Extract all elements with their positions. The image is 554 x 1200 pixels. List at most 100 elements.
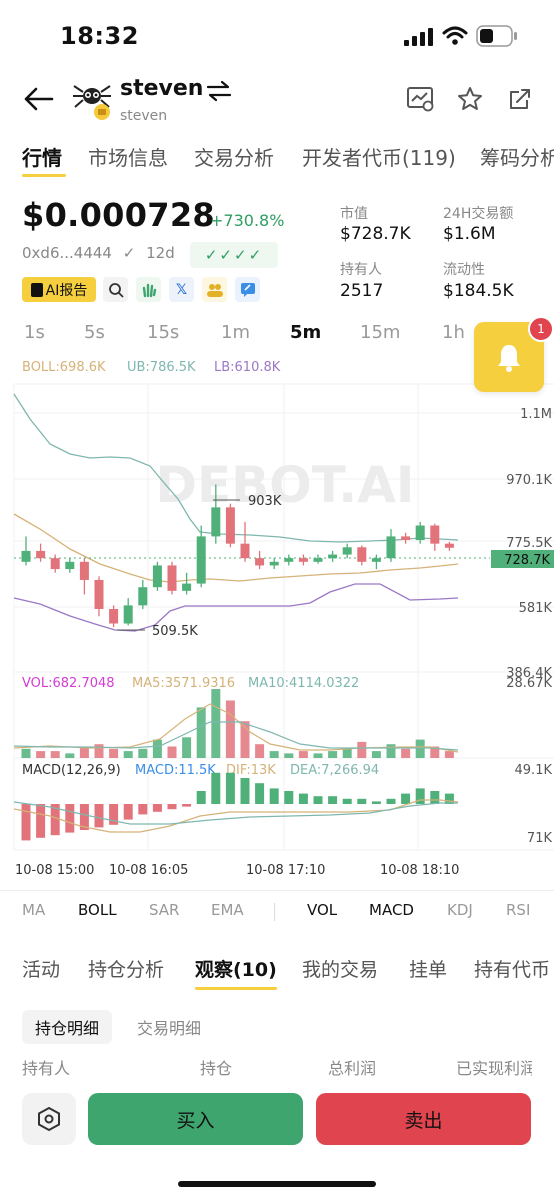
candle-body [342, 547, 352, 555]
volume-bar [211, 689, 221, 758]
macd-bar [371, 801, 381, 804]
token-age: 12d [146, 244, 175, 262]
indicator-vol[interactable]: VOL [307, 901, 337, 919]
macd-bar [357, 798, 367, 804]
volume-bar [94, 744, 104, 758]
tab-my-trades[interactable]: 我的交易 [302, 955, 378, 982]
candle-body [255, 558, 265, 566]
search-button[interactable] [103, 277, 128, 302]
macd-bar [284, 791, 294, 804]
swap-arrows-icon[interactable] [206, 80, 232, 102]
candle-body [182, 583, 192, 591]
token-avatar [72, 78, 112, 120]
indicator-boll[interactable]: BOLL [78, 901, 117, 919]
search-icon [108, 282, 124, 298]
tab-holding-analysis[interactable]: 持仓分析 [88, 955, 164, 982]
col-holder: 持有人 [22, 1059, 71, 1078]
safety-checks-badge[interactable]: ✓✓✓✓ [190, 242, 278, 268]
top-tabs: 行情 市场信息 交易分析 开发者代币(119) 筹码分析 [0, 132, 554, 180]
token-price: $0.000728 [22, 196, 215, 234]
macd-bar [342, 798, 352, 804]
users-icon [206, 283, 223, 297]
community-button[interactable] [202, 277, 227, 302]
timeframe-15m[interactable]: 15m [360, 322, 400, 343]
subtab-trade-detail[interactable]: 交易明细 [124, 1010, 214, 1044]
timeframe-5s[interactable]: 5s [84, 322, 105, 343]
ma10-legend: MA10:4114.0322 [248, 676, 359, 691]
star-icon[interactable] [457, 86, 483, 112]
indicator-sar[interactable]: SAR [149, 901, 179, 919]
timeframe-5m[interactable]: 5m [290, 322, 321, 343]
volume-bar [225, 700, 235, 758]
volume-bar [182, 737, 192, 758]
macd-bar [36, 804, 46, 838]
indicator-kdj[interactable]: KDJ [447, 901, 473, 919]
volume-label: 24H交易额 [443, 206, 514, 222]
volume-bar [328, 751, 338, 758]
volume-bar [401, 748, 411, 758]
indicator-macd[interactable]: MACD [369, 901, 414, 919]
volume-bar [444, 751, 454, 758]
candle-body [269, 561, 279, 566]
time-axis-label: 10-08 16:05 [109, 863, 188, 878]
indicator-ma[interactable]: MA [22, 901, 45, 919]
candle-body [138, 587, 148, 606]
timeframe-15s[interactable]: 15s [147, 322, 179, 343]
settings-button[interactable] [22, 1093, 76, 1145]
chart-watch-icon[interactable] [406, 86, 436, 112]
tab-watch[interactable]: 观察(10) [195, 955, 277, 982]
buy-button[interactable]: 买入 [88, 1093, 303, 1145]
macd-histogram [21, 772, 454, 841]
contract-address-row[interactable]: 0xd6...4444 ✓ 12d [22, 244, 175, 262]
wave-hand-button[interactable] [136, 277, 161, 302]
chat-icon [240, 282, 255, 297]
tab-trade-analysis[interactable]: 交易分析 [194, 142, 274, 171]
macd-bar [21, 804, 31, 841]
macd-bar [196, 791, 206, 804]
chart-grid [13, 383, 554, 851]
tab-chip-analysis[interactable]: 筹码分析 [480, 142, 554, 171]
token-subname: steven [120, 108, 168, 124]
telegram-button[interactable] [235, 277, 260, 302]
tab-holdings[interactable]: 持有代币 [474, 955, 554, 982]
tab-orders[interactable]: 挂单 [409, 955, 447, 982]
back-arrow-icon[interactable] [22, 86, 54, 112]
volume-bar [167, 746, 177, 758]
candle-body [357, 547, 367, 562]
candle-body [211, 507, 221, 537]
spider-avatar-icon [73, 85, 111, 120]
price-chart[interactable]: DEBOT.AI BOLL:698.6K UB:786.5K LB:610.8K… [0, 354, 554, 884]
volume-bar [196, 707, 206, 758]
liquidity-value: $184.5K [443, 281, 514, 301]
sell-button[interactable]: 卖出 [316, 1093, 531, 1145]
col-position: 持仓 [200, 1059, 233, 1078]
candle-body [109, 608, 119, 624]
timeframe-1s[interactable]: 1s [24, 322, 45, 343]
macd-bar [94, 804, 104, 828]
tab-activity[interactable]: 活动 [22, 955, 60, 982]
tab-market-info[interactable]: 市场信息 [88, 142, 168, 171]
timeframe-1h[interactable]: 1h [442, 322, 465, 343]
candle-body [196, 536, 206, 584]
volume-bar [36, 751, 46, 758]
ai-report-button[interactable]: AI报告 [22, 277, 96, 302]
tab-market[interactable]: 行情 [22, 142, 62, 171]
contract-address[interactable]: 0xd6...4444 [22, 244, 112, 262]
timeframe-1m[interactable]: 1m [221, 322, 250, 343]
macd-bar [328, 796, 338, 804]
tab-dev-tokens[interactable]: 开发者代币(119) [302, 142, 456, 171]
subtab-position-detail[interactable]: 持仓明细 [22, 1010, 112, 1044]
candle-body [313, 558, 323, 562]
price-axis-label: 1.1M [520, 407, 552, 422]
candle-body [21, 550, 31, 562]
indicator-ema[interactable]: EMA [211, 901, 244, 919]
indicator-rsi[interactable]: RSI [506, 901, 530, 919]
candle-body [152, 565, 162, 588]
macd-bar [123, 804, 133, 820]
bottom-tabs: 活动 持仓分析 观察(10) 我的交易 挂单 持有代币 [0, 945, 554, 993]
volume-bar [313, 753, 323, 758]
price-change: +730.8% [210, 211, 285, 230]
share-icon[interactable] [507, 86, 533, 112]
x-twitter-button[interactable]: 𝕏 [169, 277, 194, 302]
volume-bar [65, 753, 75, 758]
